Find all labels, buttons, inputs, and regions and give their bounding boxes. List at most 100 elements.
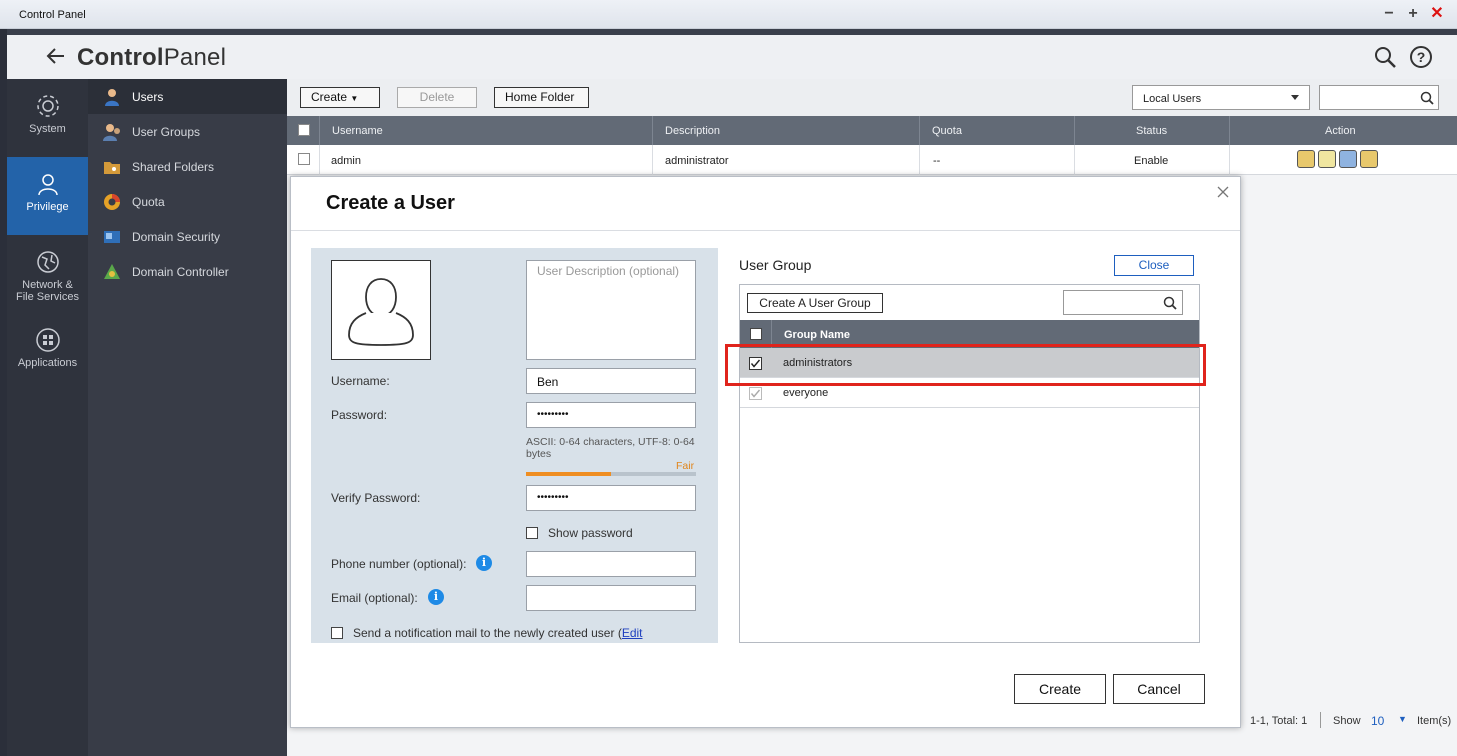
password-strength-label: Fair	[676, 460, 695, 472]
sub-nav: Users User Groups Shared Folders Quota D…	[88, 79, 287, 756]
column-header[interactable]: Quota	[932, 125, 962, 137]
group-search-input[interactable]	[1063, 290, 1183, 315]
table-row[interactable]: admin administrator -- Enable	[287, 145, 1457, 175]
back-arrow-icon[interactable]	[45, 45, 67, 67]
user-icon	[105, 89, 119, 106]
rail-label: System	[29, 123, 66, 135]
notify-mail-checkbox[interactable]	[331, 627, 343, 639]
description-cell: administrator	[665, 155, 729, 167]
delete-button[interactable]: Delete	[397, 87, 477, 108]
column-header[interactable]: Description	[665, 125, 720, 137]
edit-group-icon[interactable]	[1339, 150, 1357, 168]
chevron-down-icon[interactable]: ▼	[1398, 714, 1407, 724]
info-icon[interactable]: i	[428, 589, 444, 605]
phone-input[interactable]	[526, 551, 696, 577]
subnav-item-shared-folders[interactable]: Shared Folders	[88, 149, 287, 184]
cancel-button[interactable]: Cancel	[1113, 674, 1205, 704]
user-search-input[interactable]	[1319, 85, 1439, 110]
verify-password-input[interactable]: •••••••••	[526, 485, 696, 511]
home-folder-button[interactable]: Home Folder	[494, 87, 589, 108]
app-title: ControlPanel	[77, 44, 227, 71]
password-strength-bar	[526, 472, 696, 476]
checked-disabled-checkbox-icon	[749, 387, 762, 400]
items-label: Item(s)	[1417, 715, 1452, 727]
chevron-down-icon	[1291, 95, 1299, 100]
minimize-icon[interactable]: −	[1380, 5, 1398, 23]
create-user-dialog: Create a User User Description (optional…	[290, 176, 1241, 728]
avatar[interactable]	[331, 260, 431, 360]
domain-security-icon	[104, 231, 120, 243]
verify-password-label: Verify Password:	[331, 491, 421, 505]
email-input[interactable]	[526, 585, 696, 611]
globe-icon	[36, 251, 59, 273]
rail-label-2: File Services	[16, 291, 79, 303]
search-icon[interactable]	[1373, 45, 1397, 69]
show-label: Show	[1333, 715, 1361, 727]
create-button[interactable]: Create ▼	[300, 87, 380, 108]
help-icon[interactable]: ?	[1409, 45, 1433, 69]
phone-label: Phone number (optional):	[331, 557, 467, 571]
window-titlebar: Control Panel − + ✕	[0, 0, 1457, 29]
rail-label: Applications	[17, 357, 78, 369]
rail-item-network[interactable]: Network & File Services	[7, 249, 88, 327]
select-all-checkbox[interactable]	[298, 124, 310, 136]
user-group-icon	[103, 124, 120, 141]
edit-password-icon[interactable]	[1318, 150, 1336, 168]
shared-folder-icon	[104, 162, 120, 174]
info-icon[interactable]: i	[476, 555, 492, 571]
show-password-label[interactable]: Show password	[548, 526, 633, 540]
status-cell: Enable	[1134, 155, 1169, 167]
create-user-group-button[interactable]: Create A User Group	[747, 293, 883, 313]
rail-item-privilege[interactable]: Privilege	[7, 157, 88, 235]
toolbar: Create ▼ Delete Home Folder Local Users	[287, 79, 1457, 116]
select-all-groups-checkbox[interactable]	[750, 328, 762, 340]
group-name: everyone	[783, 387, 829, 399]
page-range: 1-1, Total: 1	[1250, 715, 1308, 727]
app-header: ControlPanel ?	[7, 35, 1457, 79]
email-label: Email (optional):	[331, 591, 418, 605]
subnav-item-domain-security[interactable]: Domain Security	[88, 219, 287, 254]
edit-profile-icon[interactable]	[1297, 150, 1315, 168]
row-checkbox[interactable]	[298, 153, 310, 165]
user-type-value: Local Users	[1143, 93, 1202, 105]
svg-text:?: ?	[1417, 49, 1426, 65]
page-size-select[interactable]: 10	[1371, 714, 1384, 728]
subnav-item-users[interactable]: Users	[88, 79, 287, 114]
user-type-select[interactable]: Local Users	[1132, 85, 1310, 110]
user-details-pane: User Description (optional) Username: Be…	[311, 248, 718, 643]
password-strength-fill	[526, 472, 611, 476]
column-header: Action	[1325, 125, 1356, 137]
subnav-item-user-groups[interactable]: User Groups	[88, 114, 287, 149]
group-name-header[interactable]: Group Name	[784, 329, 850, 341]
close-window-icon[interactable]: ✕	[1428, 5, 1446, 23]
gear-icon	[36, 95, 59, 117]
column-header[interactable]: Status	[1136, 125, 1167, 137]
user-description-input[interactable]: User Description (optional)	[526, 260, 696, 360]
pagination: 1-1, Total: 1 Show 10 ▼ Item(s)	[1242, 709, 1457, 733]
rail-item-applications[interactable]: Applications	[7, 327, 88, 405]
subnav-item-domain-controller[interactable]: Domain Controller	[88, 254, 287, 289]
row-actions	[1297, 150, 1381, 171]
show-password-checkbox[interactable]	[526, 527, 538, 539]
column-header[interactable]: Username	[332, 125, 383, 137]
username-cell: admin	[331, 155, 361, 167]
user-group-list: Create A User Group Group Name administr…	[739, 284, 1200, 643]
left-rail: System Privilege Network & File Services	[7, 79, 88, 756]
close-user-group-button[interactable]: Close	[1114, 255, 1194, 276]
maximize-icon[interactable]: +	[1404, 5, 1422, 23]
dialog-title: Create a User	[326, 192, 455, 214]
close-icon[interactable]	[1216, 185, 1230, 199]
users-table-header: Username Description Quota Status Action	[287, 116, 1457, 145]
rail-label: Network &	[22, 279, 73, 291]
edit-permission-icon[interactable]	[1360, 150, 1378, 168]
quota-cell: --	[933, 155, 941, 167]
create-user-button[interactable]: Create	[1014, 674, 1106, 704]
selection-highlight	[725, 344, 1206, 386]
username-input[interactable]: Ben	[526, 368, 696, 394]
domain-controller-icon	[104, 264, 120, 279]
search-icon	[1420, 91, 1434, 105]
user-group-title: User Group	[739, 257, 812, 273]
password-input[interactable]: •••••••••	[526, 402, 696, 428]
edit-mail-link[interactable]: Edit	[622, 626, 643, 640]
subnav-item-quota[interactable]: Quota	[88, 184, 287, 219]
